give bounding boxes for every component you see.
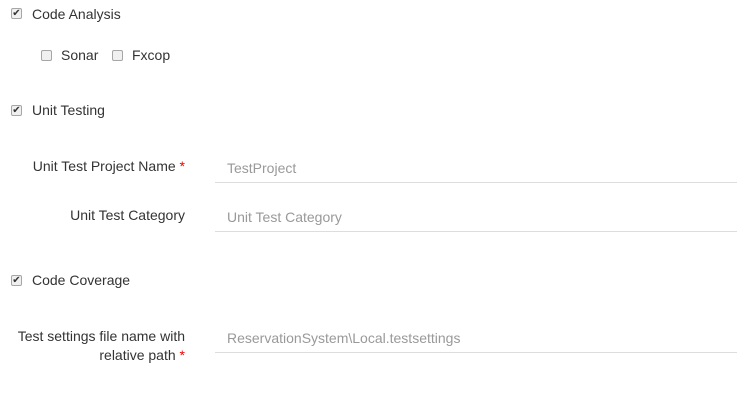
code-coverage-label: Code Coverage	[32, 272, 131, 288]
unit-test-project-name-input[interactable]	[215, 153, 737, 183]
code-analysis-label: Code Analysis	[32, 6, 121, 22]
code-analysis-checkbox[interactable]: ✔	[11, 8, 22, 19]
sonar-checkbox[interactable]	[41, 50, 52, 61]
label-text: Unit Test Project Name	[32, 158, 176, 174]
unit-test-category-label: Unit Test Category	[70, 207, 185, 223]
label-line-1: Test settings file name with	[17, 328, 185, 344]
required-marker: *	[179, 347, 185, 363]
unit-testing-checkbox[interactable]: ✔	[11, 105, 22, 116]
label-line-2: relative path	[99, 347, 176, 363]
test-settings-file-input[interactable]	[215, 323, 737, 353]
fxcop-checkbox[interactable]	[112, 50, 123, 61]
unit-test-category-input[interactable]	[215, 202, 737, 232]
code-coverage-checkbox[interactable]: ✔	[11, 275, 22, 286]
sonar-label: Sonar	[61, 47, 99, 63]
test-settings-file-label: Test settings file name with relative pat…	[18, 327, 185, 365]
unit-testing-label: Unit Testing	[32, 102, 105, 118]
required-marker: *	[179, 158, 185, 174]
fxcop-label: Fxcop	[132, 47, 171, 63]
unit-test-project-name-label: Unit Test Project Name *	[33, 157, 185, 176]
